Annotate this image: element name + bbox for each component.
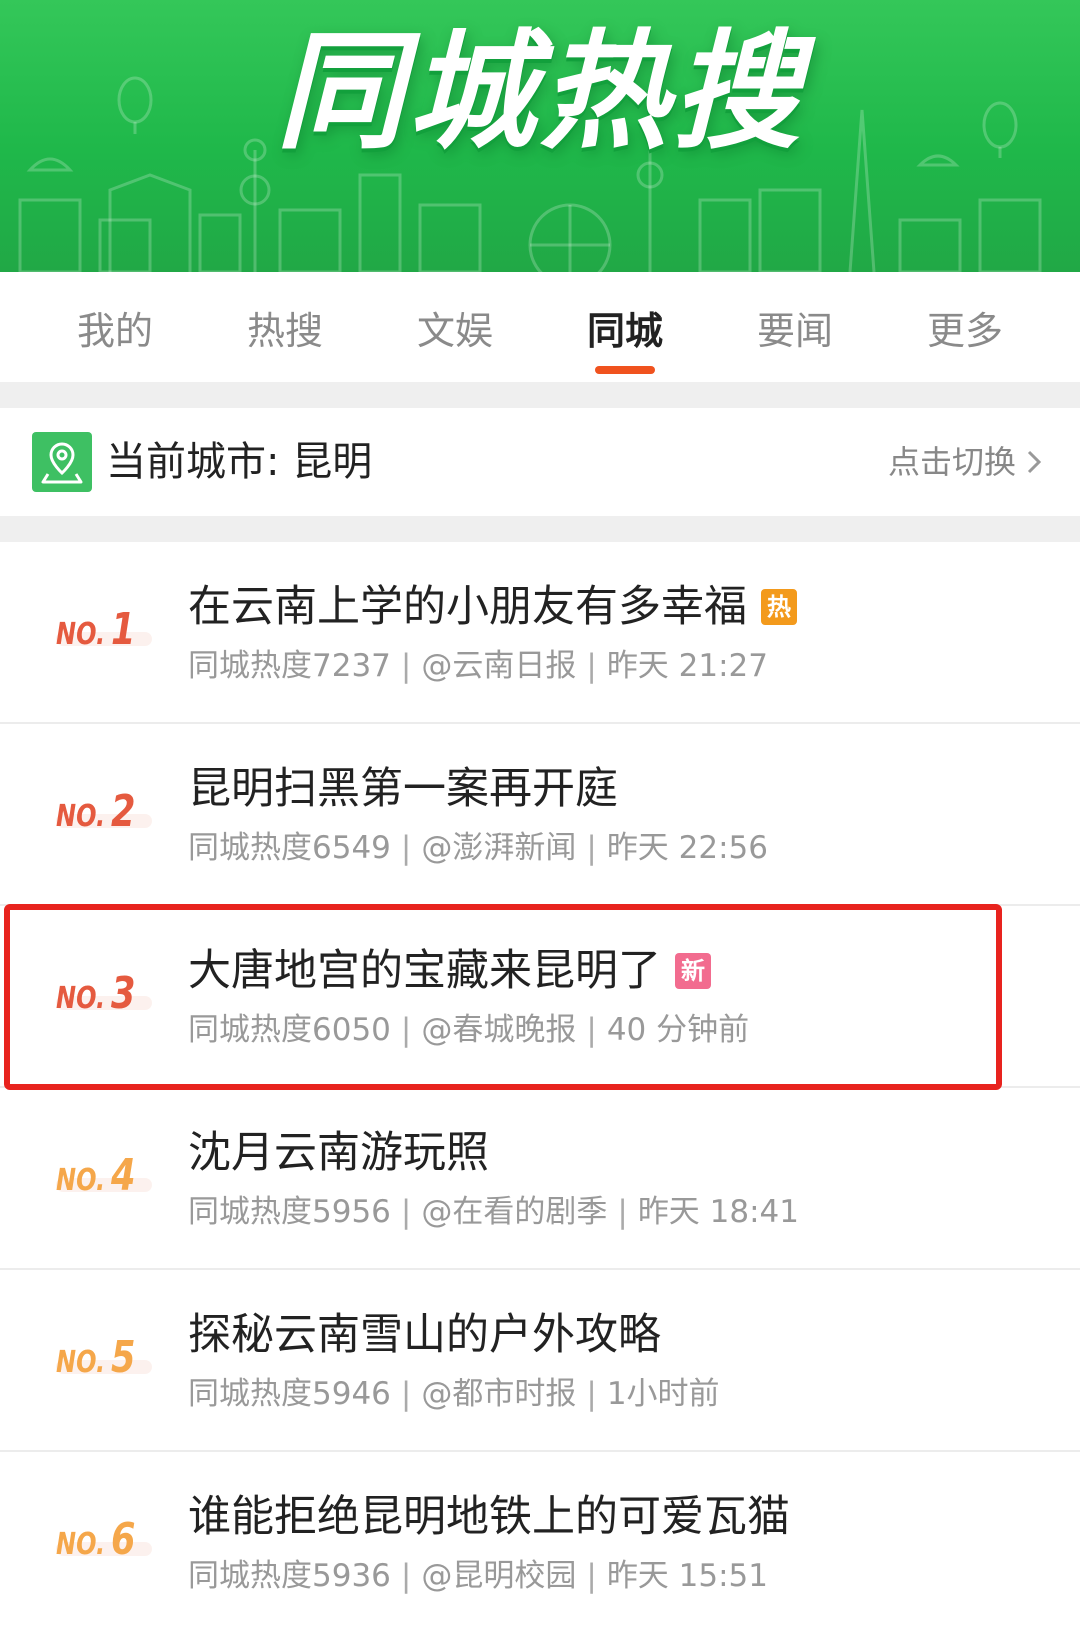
timestamp: 昨天 18:41 <box>637 1194 800 1230</box>
item-title: 昆明扫黑第一案再开庭 <box>188 764 618 814</box>
source-name: @都市时报 <box>421 1376 577 1412</box>
section-divider <box>0 382 1080 408</box>
rank-label: NO. 5 <box>56 1332 166 1388</box>
tab-label: 更多 <box>926 309 1003 353</box>
list-item[interactable]: NO. 1 在云南上学的小朋友有多幸福 热 同城热度7237 | @云南日报 | 昨天 2… <box>0 542 1080 724</box>
source-name: @云南日报 <box>421 648 577 684</box>
item-meta: 同城热度6050 | @春城晚报 | 40 分钟前 <box>188 1012 750 1048</box>
current-city-row: 当前城市: 昆明 点击切换 <box>0 408 1080 516</box>
banner-title: 同城热搜 <box>275 18 804 167</box>
rank-label: NO. 4 <box>56 1150 166 1206</box>
hot-search-list: NO. 1 在云南上学的小朋友有多幸福 热 同城热度7237 | @云南日报 | 昨天 2… <box>0 542 1080 1634</box>
tab-hot-search[interactable]: 热搜 <box>215 272 355 355</box>
heat-value: 同城热度5936 <box>188 1558 391 1594</box>
item-title: 在云南上学的小朋友有多幸福 <box>188 582 747 632</box>
heat-value: 同城热度6549 <box>188 830 391 866</box>
item-meta: 同城热度7237 | @云南日报 | 昨天 21:27 <box>188 648 769 684</box>
item-title: 大唐地宫的宝藏来昆明了 <box>188 946 661 996</box>
heat-value: 同城热度7237 <box>188 648 391 684</box>
tab-label: 我的 <box>76 309 153 353</box>
rank-label: NO. 1 <box>56 604 166 660</box>
rank-label: NO. 6 <box>56 1514 166 1570</box>
list-item[interactable]: NO. 6 谁能拒绝昆明地铁上的可爱瓦猫 同城热度5936 | @昆明校园 | 昨天 15… <box>0 1452 1080 1634</box>
list-item[interactable]: NO. 5 探秘云南雪山的户外攻略 同城热度5946 | @都市时报 | 1小时前 <box>0 1270 1080 1452</box>
item-meta: 同城热度5946 | @都市时报 | 1小时前 <box>188 1376 720 1412</box>
list-item[interactable]: NO. 3 大唐地宫的宝藏来昆明了 新 同城热度6050 | @春城晚报 | 40 分钟前 <box>0 906 1080 1088</box>
tab-news[interactable]: 要闻 <box>725 272 865 355</box>
banner: 同城热搜 <box>0 0 1080 272</box>
source-name: @澎湃新闻 <box>421 830 577 866</box>
rank-label: NO. 3 <box>56 968 166 1024</box>
new-badge: 新 <box>675 953 711 989</box>
item-meta: 同城热度5956 | @在看的剧季 | 昨天 18:41 <box>188 1194 800 1230</box>
tab-label: 要闻 <box>756 309 833 353</box>
heat-value: 同城热度6050 <box>188 1012 391 1048</box>
section-divider <box>0 516 1080 542</box>
timestamp: 昨天 22:56 <box>606 830 769 866</box>
item-title: 谁能拒绝昆明地铁上的可爱瓦猫 <box>188 1492 790 1542</box>
rank-label: NO. 2 <box>56 786 166 842</box>
tab-more[interactable]: 更多 <box>895 272 1035 355</box>
tab-local[interactable]: 同城 <box>555 272 695 374</box>
hot-badge: 热 <box>761 589 797 625</box>
item-title: 探秘云南雪山的户外攻略 <box>188 1310 661 1360</box>
active-tab-indicator <box>595 366 655 374</box>
chevron-right-icon <box>1027 450 1042 474</box>
tab-label: 热搜 <box>246 309 323 353</box>
tab-entertainment[interactable]: 文娱 <box>385 272 525 355</box>
timestamp: 昨天 15:51 <box>606 1558 769 1594</box>
current-city-label: 当前城市: 昆明 <box>106 439 373 485</box>
tab-label: 文娱 <box>416 309 493 353</box>
timestamp: 1小时前 <box>606 1376 720 1412</box>
source-name: @春城晚报 <box>421 1012 577 1048</box>
heat-value: 同城热度5946 <box>188 1376 391 1412</box>
location-pin-icon <box>32 432 92 492</box>
switch-city-button[interactable]: 点击切换 <box>888 442 1044 482</box>
item-meta: 同城热度6549 | @澎湃新闻 | 昨天 22:56 <box>188 830 769 866</box>
item-title: 沈月云南游玩照 <box>188 1128 489 1178</box>
tab-label: 同城 <box>586 309 663 353</box>
source-name: @在看的剧季 <box>421 1194 608 1230</box>
timestamp: 40 分钟前 <box>606 1012 750 1048</box>
item-meta: 同城热度5936 | @昆明校园 | 昨天 15:51 <box>188 1558 769 1594</box>
tab-bar: 我的 热搜 文娱 同城 要闻 更多 <box>0 272 1080 382</box>
list-item[interactable]: NO. 2 昆明扫黑第一案再开庭 同城热度6549 | @澎湃新闻 | 昨天 22:56 <box>0 724 1080 906</box>
switch-city-label: 点击切换 <box>887 443 1016 481</box>
list-item[interactable]: NO. 4 沈月云南游玩照 同城热度5956 | @在看的剧季 | 昨天 18:41 <box>0 1088 1080 1270</box>
timestamp: 昨天 21:27 <box>606 648 769 684</box>
source-name: @昆明校园 <box>421 1558 577 1594</box>
tab-mine[interactable]: 我的 <box>45 272 185 355</box>
heat-value: 同城热度5956 <box>188 1194 391 1230</box>
